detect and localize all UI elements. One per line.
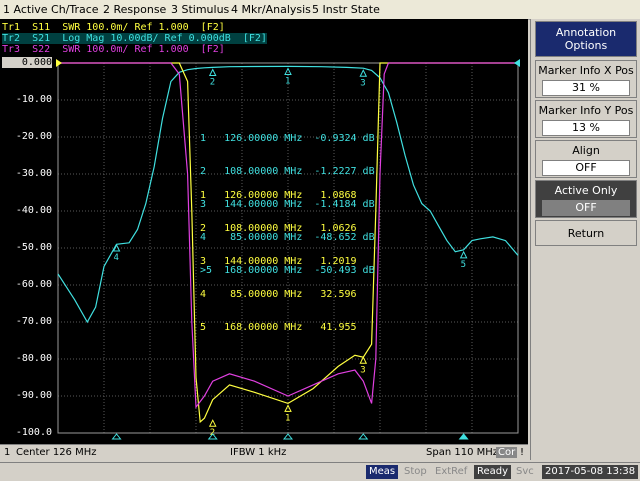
freq-marker-tick (458, 433, 469, 440)
y-tick-label: -70.00 (15, 316, 52, 327)
extref-status: ExtRef (435, 466, 468, 477)
return-button[interactable]: Return (535, 220, 637, 246)
active-only-value: OFF (542, 200, 630, 216)
center-frequency[interactable]: Center 126 MHz (16, 447, 97, 458)
active-only-label: Active Only (554, 184, 618, 197)
marker-table-swr: 1 126.00000 MHz 1.0868 2 108.00000 MHz 1… (200, 168, 357, 355)
freq-marker-tick (111, 433, 122, 440)
menu-instr-state[interactable]: 5 Instr State (312, 3, 380, 16)
measurement-plot[interactable]: 12345123 Tr1 S11 SWR 100.0m/ Ref 1.000 [… (0, 19, 528, 444)
menu-mkr-analysis[interactable]: 4 Mkr/Analysis (231, 3, 311, 16)
marker-info-x-pos-label: Marker Info X Pos (538, 64, 634, 77)
channel-number: 1 (4, 447, 11, 458)
menu-response[interactable]: 2 Response (103, 3, 166, 16)
marker-5-s21 (459, 250, 468, 259)
channel-status-bar: 1 Center 126 MHz IFBW 1 kHz Span 110 MHz… (0, 444, 528, 461)
marker-3-s21-label: 3 (360, 78, 365, 88)
ifbw[interactable]: IFBW 1 kHz (230, 447, 286, 458)
marker-info-y-pos-label: Marker Info Y Pos (538, 104, 634, 117)
trace-3-header[interactable]: Tr3 S22 SWR 100.0m/ Ref 1.000 [F2] (2, 44, 225, 55)
warning-indicator: ! (520, 447, 525, 458)
marker-2-s21 (208, 68, 217, 77)
marker-row: 3 144.00000 MHz 1.2019 (200, 256, 357, 267)
align-button[interactable]: Align OFF (535, 140, 637, 178)
marker-5-s21-label: 5 (461, 260, 466, 270)
marker-row: 1 126.00000 MHz 1.0868 (200, 190, 357, 201)
marker-row: 2 108.00000 MHz 1.0626 (200, 223, 357, 234)
date-time: 2017-05-08 13:38 (542, 465, 639, 479)
marker-info-x-pos-value: 31 % (542, 80, 630, 96)
y-tick-label: -10.00 (15, 94, 52, 105)
annotation-options-title: Annotation Options (535, 21, 637, 57)
marker-4-s21-label: 4 (114, 253, 119, 263)
trace-1-header[interactable]: Tr1 S11 SWR 100.0m/ Ref 1.000 [F2] (2, 22, 225, 33)
ready-status: Ready (474, 465, 512, 479)
align-value: OFF (542, 160, 630, 176)
marker-info-y-pos-button[interactable]: Marker Info Y Pos 13 % (535, 100, 637, 138)
stop-status: Stop (404, 466, 427, 477)
marker-3-s11-label: 3 (360, 365, 365, 375)
marker-3-s21 (359, 69, 368, 77)
svc-status: Svc (516, 466, 534, 477)
marker-1-s11-label: 1 (285, 413, 290, 423)
y-tick-label: -100.0 (15, 427, 52, 438)
align-label: Align (572, 144, 600, 157)
meas-status: Meas (366, 465, 399, 479)
marker-row: 5 168.00000 MHz 41.955 (200, 322, 357, 333)
marker-info-y-pos-value: 13 % (542, 120, 630, 136)
softkey-panel: Annotation Options Marker Info X Pos 31 … (530, 19, 640, 460)
menu-bar: 1 Active Ch/Trace 2 Response 3 Stimulus … (0, 0, 640, 20)
active-only-button[interactable]: Active Only OFF (535, 180, 637, 218)
instrument-status-bar: Meas Stop ExtRef Ready Svc 2017-05-08 13… (0, 462, 640, 481)
ref-arrow-left (56, 59, 62, 67)
y-tick-label: -90.00 (15, 390, 52, 401)
marker-3-s11 (359, 356, 368, 364)
menu-stimulus[interactable]: 3 Stimulus (171, 3, 229, 16)
ref-arrow-right (514, 59, 520, 67)
marker-2-s11 (208, 419, 217, 427)
freq-marker-tick (282, 433, 294, 440)
correction-badge: Cor (496, 447, 518, 458)
freq-marker-tick (358, 433, 369, 440)
y-tick-label: -50.00 (15, 242, 52, 253)
marker-info-x-pos-button[interactable]: Marker Info X Pos 31 % (535, 60, 637, 98)
span-frequency[interactable]: Span 110 MHz (426, 447, 498, 458)
y-tick-label: -60.00 (15, 279, 52, 290)
marker-1-s21 (284, 67, 292, 75)
marker-1-s21-label: 1 (285, 76, 290, 86)
marker-2-s21-label: 2 (210, 78, 215, 88)
y-tick-label: -80.00 (15, 353, 52, 364)
y-tick-label: -40.00 (15, 205, 52, 216)
marker-row: 4 85.00000 MHz 32.596 (200, 289, 357, 300)
marker-row: 1 126.00000 MHz -0.9324 dB (200, 133, 375, 144)
y-tick-label: -20.00 (15, 131, 52, 142)
trace-2-header[interactable]: Tr2 S21 Log Mag 10.00dB/ Ref 0.000dB [F2… (2, 33, 267, 44)
menu-active-ch-trace[interactable]: 1 Active Ch/Trace (3, 3, 99, 16)
y-tick-label: -30.00 (15, 168, 52, 179)
y-tick-label: 0.000 (2, 57, 52, 68)
